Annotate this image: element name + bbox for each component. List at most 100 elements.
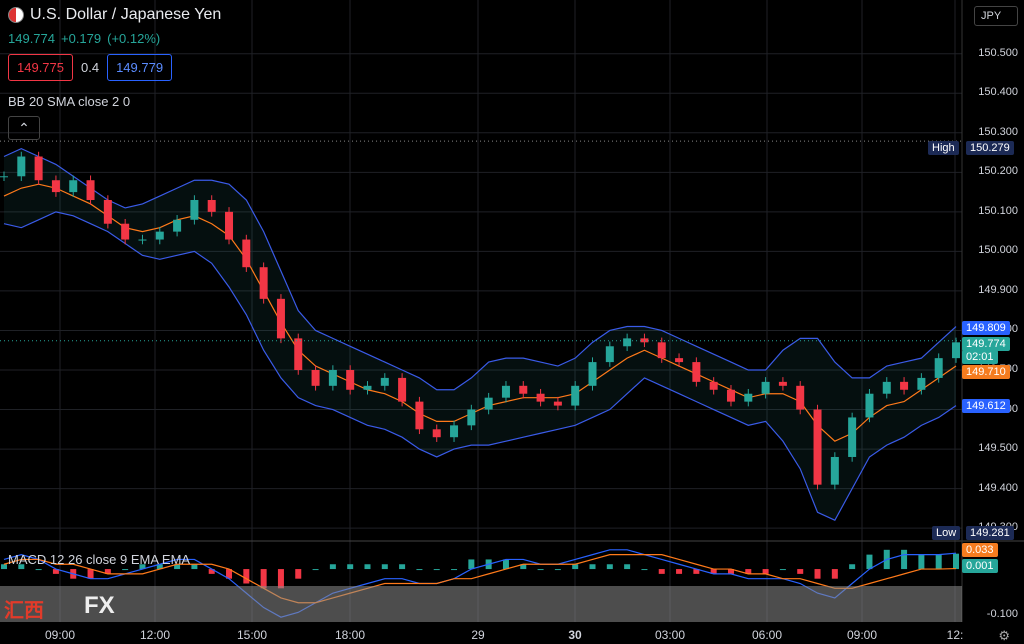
candle-body [259,267,268,299]
upper-band-tag: 149.809 [962,321,1010,335]
candle-body [813,409,822,485]
macd-hist-bar [831,569,838,579]
us-flag-icon [8,7,24,23]
macd-indicator-label[interactable]: MACD 12 26 close 9 EMA EMA [8,552,190,567]
macd-hist-bar [849,564,856,570]
spread-value: 0.4 [81,60,100,75]
macd-hist-bar [312,569,319,571]
high-label: High [928,141,959,155]
candle-body [865,393,874,418]
macd-hist-bar [953,553,959,570]
candle-body [69,180,78,193]
candle-body [173,219,182,232]
macd-hist-bar [935,554,942,570]
price-axis-label: 149.400 [978,481,1018,494]
macd-hist-bar [122,569,129,571]
watermark-band [0,586,962,622]
signal-value-tag: 0.001 [962,559,998,573]
candle-body [311,370,320,386]
low-price-tag: 149.281 [966,526,1014,540]
macd-hist-bar [502,559,509,570]
candle-body [225,211,234,240]
price-axis-label: 149.900 [978,283,1018,296]
candle-body [484,397,493,410]
price-axis-label: 150.400 [978,86,1018,99]
macd-hist-bar [87,569,94,579]
candle-body [623,338,632,347]
symbol-title: U.S. Dollar / Japanese Yen [30,6,222,23]
time-axis-label: 06:00 [751,628,783,642]
candle-body [934,358,943,378]
candle-body [34,156,43,181]
candle-body [952,342,960,359]
macd-axis-bottom: -0.100 [986,608,1018,620]
macd-hist-bar [329,564,336,570]
chevron-up-icon[interactable]: ⌃ [8,116,40,140]
time-axis-label: 15:00 [236,628,268,642]
candle-body [778,381,787,386]
candle-body [571,385,580,406]
candle-body [51,180,60,193]
macd-hist-bar [347,564,354,570]
macd-hist-bar [451,569,458,571]
price-axis-label: 150.500 [978,46,1018,59]
candle-body [155,231,164,240]
bb-indicator-label[interactable]: BB 20 SMA close 2 0 [8,94,130,109]
candle-body [363,385,372,390]
macd-hist-bar [901,549,908,570]
bb-fill [4,148,956,521]
macd-hist-bar [295,569,302,579]
macd-hist-bar [606,564,613,570]
lower-band-tag: 149.612 [962,399,1010,413]
macd-hist-bar [191,564,198,570]
candle-body [415,401,424,430]
time-axis-label: 18:00 [334,628,366,642]
macd-hist-bar [468,559,475,570]
macd-hist-bar [797,569,804,574]
price-axis-label: 150.000 [978,244,1018,257]
last-price-tag: 149.774 [962,337,1010,351]
candle-body [588,362,597,386]
candle-body [86,180,95,200]
buy-button[interactable]: 149.779 [107,54,173,81]
currency-selector[interactable]: JPY [974,6,1018,26]
watermark-fx: FX [84,592,115,619]
price-change: +0.179 [61,31,102,46]
symbol-header: U.S. Dollar / Japanese Yen [8,6,221,24]
macd-hist-bar [641,569,648,571]
candle-body [242,239,251,268]
time-axis-label: 09:00 [44,628,76,642]
candle-body [830,456,839,485]
price-chart[interactable] [0,0,1024,643]
candle-body [744,393,753,402]
candle-body [17,156,26,177]
candle-body [190,200,199,220]
bid-ask-panel: 149.775 0.4 149.779 [8,54,173,81]
candle-body [675,358,684,363]
macd-hist-bar [624,564,631,570]
time-axis-label: 03:00 [654,628,686,642]
macd-hist-bar [243,569,250,584]
candle-body [450,425,459,438]
candle-body [553,401,562,406]
last-price: 149.774 [8,31,55,46]
candle-body [121,223,130,240]
gear-icon[interactable]: ⚙ [998,628,1010,644]
candle-body [103,200,112,224]
macd-hist-bar [572,564,579,570]
candle-body [294,338,303,370]
candle-body [882,381,891,394]
macd-hist-bar [866,554,873,570]
candle-body [848,417,857,457]
macd-hist-bar [381,564,388,570]
candle-body [398,377,407,402]
candle-body [605,346,614,363]
candle-body [657,342,666,359]
macd-hist-bar [554,569,561,571]
high-price-tag: 150.279 [966,141,1014,155]
watermark-cn: 汇西 [4,600,44,622]
time-axis-label: 12: [946,628,964,642]
candle-body [0,176,8,178]
candle-body [207,200,216,212]
sell-button[interactable]: 149.775 [8,54,73,81]
